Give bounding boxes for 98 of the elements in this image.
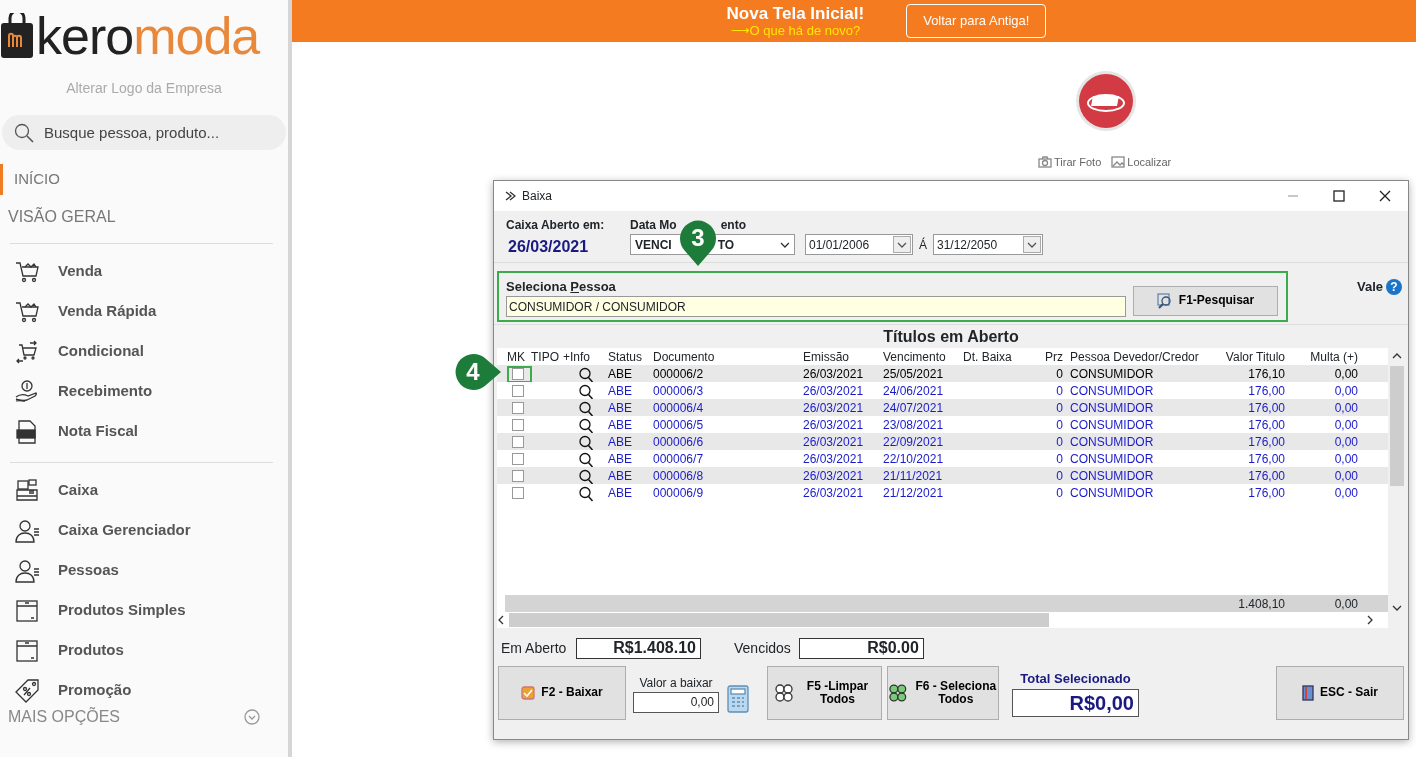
- table-cell-text: 0,00: [1333, 366, 1358, 383]
- table-cell-text: CONSUMIDOR: [1069, 383, 1155, 400]
- table-cell-text: 21/11/2021: [883, 468, 944, 485]
- column-header: Documento: [653, 349, 716, 366]
- table-cell-text: 26/03/2021: [803, 383, 865, 400]
- table-cell-text: ABE: [608, 468, 633, 485]
- column-header: Valor Titulo: [1224, 349, 1285, 366]
- column-header: TIPO: [531, 349, 560, 366]
- table-cell-text: 176,00: [1247, 383, 1285, 400]
- table-cell-text: 26/03/2021: [803, 417, 865, 434]
- table-cell-text: 0,00: [1333, 434, 1358, 451]
- field-label: Seleciona Pessoa: [506, 277, 617, 296]
- table-cell-text: CONSUMIDOR: [1069, 451, 1155, 468]
- field-label: Vencidos: [734, 638, 791, 658]
- cash-open-date: 26/03/2021: [508, 237, 590, 257]
- table-cell-text: 23/08/2021: [883, 417, 945, 434]
- table-cell-text: 176,00: [1247, 417, 1285, 434]
- table-cell-text: 21/12/2021: [883, 485, 945, 502]
- table-cell-text: 176,10: [1247, 366, 1285, 383]
- table-title: Títulos em Aberto: [494, 324, 1408, 344]
- column-header: Vencimento: [883, 349, 947, 366]
- table-cell-text: 0: [1055, 383, 1063, 400]
- table-cell-text: 0,00: [1333, 468, 1358, 485]
- table-cell-text: 24/06/2021: [883, 383, 945, 400]
- table-cell-text: ABE: [608, 417, 633, 434]
- table-cell-text: 0: [1055, 434, 1063, 451]
- column-header: MK: [507, 349, 526, 366]
- column-header: Pessoa Devedor/Credor: [1069, 349, 1200, 366]
- table-cell-text: 000006/9: [653, 485, 705, 502]
- date-separator: Á: [919, 236, 927, 254]
- field-label: Em Aberto: [501, 638, 568, 658]
- table-cell-text: 0: [1055, 400, 1063, 417]
- column-header: Emissão: [803, 349, 850, 366]
- field-label: Data Mo: [630, 217, 677, 234]
- field-label: Total Selecionado: [1019, 670, 1132, 689]
- field-label: Caixa Aberto em:: [506, 217, 606, 234]
- column-header: +Info: [563, 349, 592, 366]
- logo-text: keromoda: [36, 10, 260, 62]
- table-cell-text: CONSUMIDOR: [1069, 434, 1155, 451]
- table-cell-text: 0: [1055, 451, 1063, 468]
- table-cell-text: 0: [1055, 485, 1063, 502]
- table-cell-text: 24/07/2021: [883, 400, 945, 417]
- table-cell-text: ABE: [608, 383, 633, 400]
- step-callout-tooltip: 3: [680, 220, 716, 266]
- field-label: ento: [720, 217, 746, 234]
- column-header: Status: [608, 349, 644, 366]
- table-cell-text: ABE: [608, 451, 633, 468]
- column-header: Dt. Baixa: [963, 349, 1013, 366]
- selected-total-field: R$0,00: [1012, 688, 1139, 717]
- table-cell-text: 000006/7: [653, 451, 705, 468]
- table-cell-text: 176,00: [1247, 451, 1285, 468]
- table-cell-text: 0,00: [1333, 383, 1358, 400]
- table-cell-text: 26/03/2021: [803, 451, 865, 468]
- table-cell-text: 0: [1055, 366, 1063, 383]
- table-cell-text: 0,00: [1333, 400, 1358, 417]
- column-header: Prz: [1044, 349, 1063, 366]
- table-cell-text: 0: [1055, 468, 1063, 485]
- window-title: Baixa: [522, 188, 553, 205]
- table-cell-text: CONSUMIDOR: [1069, 366, 1155, 383]
- total-cell-text: 1.408,10: [1237, 596, 1285, 613]
- table-cell-text: ABE: [608, 400, 633, 417]
- table-cell-text: 000006/4: [653, 400, 705, 417]
- table-cell-text: 0,00: [1333, 485, 1358, 502]
- table-cell-text: 0: [1055, 417, 1063, 434]
- table-cell-text: CONSUMIDOR: [1069, 400, 1155, 417]
- table-cell-text: 26/03/2021: [803, 468, 865, 485]
- table-cell-text: 176,00: [1247, 400, 1285, 417]
- table-cell-text: 000006/3: [653, 383, 705, 400]
- table-cell-text: CONSUMIDOR: [1069, 417, 1155, 434]
- table-cell-text: 000006/2: [653, 366, 705, 383]
- table-cell-text: ABE: [608, 434, 633, 451]
- table-cell-text: 26/03/2021: [803, 400, 865, 417]
- table-cell-text: ABE: [608, 485, 633, 502]
- overdue-total-field: R$0.00: [798, 637, 924, 659]
- table-cell-text: 000006/6: [653, 434, 705, 451]
- step-callout-tooltip: 4: [455, 354, 501, 390]
- table-cell-text: 176,00: [1247, 468, 1285, 485]
- total-cell-text: 0,00: [1333, 596, 1358, 613]
- table-cell-text: ABE: [608, 366, 633, 383]
- open-total-field: R$1.408.10: [576, 637, 701, 659]
- table-cell-text: 0,00: [1333, 417, 1358, 434]
- table-cell-text: 22/09/2021: [883, 434, 945, 451]
- table-cell-text: 0,00: [1333, 451, 1358, 468]
- field-label: Valor a baixar: [638, 674, 714, 692]
- table-cell-text: CONSUMIDOR: [1069, 468, 1155, 485]
- banner-title: Nova Tela Inicial!: [726, 4, 865, 23]
- table-cell-text: 176,00: [1247, 485, 1285, 502]
- table-cell-text: 26/03/2021: [803, 485, 865, 502]
- column-header: Multa (+): [1309, 349, 1358, 366]
- table-cell-text: 000006/5: [653, 417, 705, 434]
- table-cell-text: 22/10/2021: [883, 451, 945, 468]
- table-cell-text: CONSUMIDOR: [1069, 485, 1155, 502]
- table-cell-text: 26/03/2021: [803, 434, 865, 451]
- table-cell-text: 26/03/2021: [803, 366, 865, 383]
- table-cell-text: 176,00: [1247, 434, 1285, 451]
- field-label: Vale: [1356, 278, 1383, 296]
- table-cell-text: 25/05/2021: [883, 366, 945, 383]
- table-cell-text: 000006/8: [653, 468, 705, 485]
